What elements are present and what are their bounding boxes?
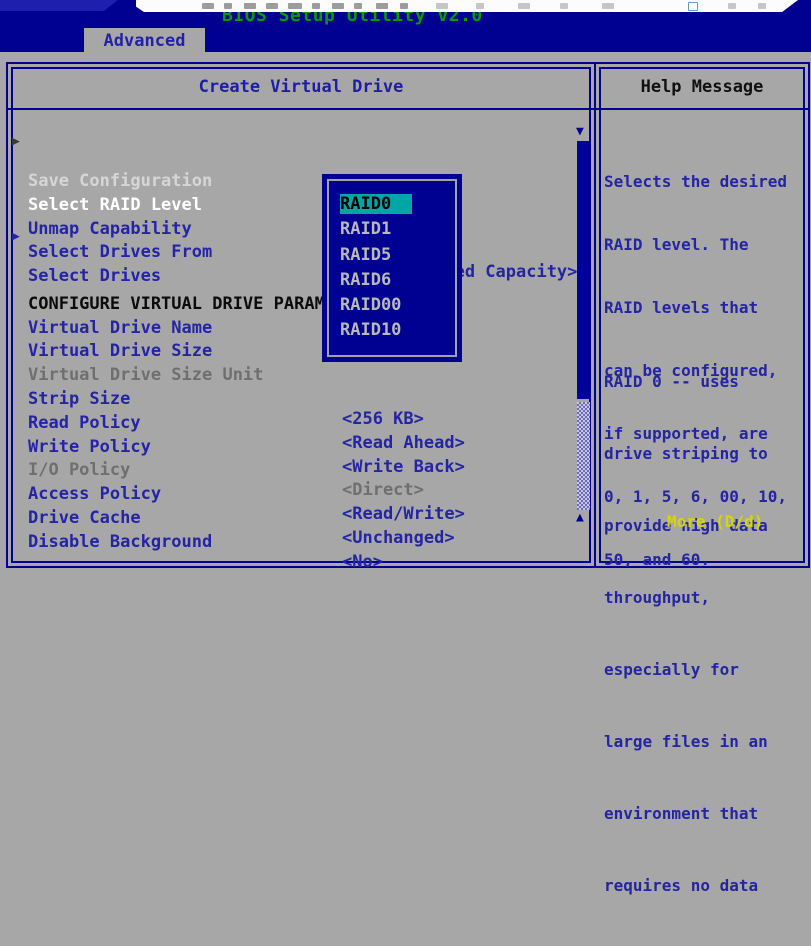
toolbar-icon[interactable]: [244, 3, 256, 9]
menu-item-virtual-drive-size-unit: Virtual Drive Size Unit: [8, 345, 580, 369]
menu-item-io-policy: I/O Policy <Direct>: [8, 440, 580, 464]
help-line: large files in an: [604, 730, 768, 754]
option-label: RAID1: [340, 219, 391, 239]
toolbar-icon[interactable]: [476, 3, 484, 9]
tab-advanced[interactable]: Advanced: [84, 28, 205, 54]
option-label: RAID00: [340, 295, 401, 315]
toolbar-icon[interactable]: [602, 3, 614, 9]
menu-item-virtual-drive-name[interactable]: Virtual Drive Name: [8, 298, 580, 322]
dropdown-options: RAID0 RAID1 RAID5 RAID6 RAID00 RAID10: [336, 194, 456, 346]
help-line: RAID 0 -- uses: [604, 370, 768, 394]
menu-item-strip-size[interactable]: Strip Size <256 KB>: [8, 369, 580, 393]
menu-label: Disable Background: [28, 532, 212, 552]
toolbar-icon[interactable]: [202, 3, 214, 9]
console-toolbar: [136, 0, 798, 12]
dropdown-option-raid10[interactable]: RAID10: [336, 320, 456, 345]
toolbar-icon[interactable]: [758, 3, 766, 9]
dropdown-option-raid5[interactable]: RAID5: [336, 245, 456, 270]
toolbar-icon[interactable]: [436, 3, 448, 9]
menu-item-write-policy[interactable]: Write Policy <Write Back>: [8, 417, 580, 441]
help-line: especially for: [604, 658, 768, 682]
toolbar-icon[interactable]: [518, 3, 530, 9]
help-text-block-2: RAID 0 -- uses drive striping to provide…: [604, 322, 768, 946]
toolbar-icon[interactable]: [312, 3, 320, 9]
menu-item-select-raid-level[interactable]: Select RAID Level <RAID0>: [8, 155, 580, 179]
menu-item-disable-background[interactable]: Disable Background <No>: [8, 512, 580, 536]
raid-level-dropdown: RAID0 RAID1 RAID5 RAID6 RAID00 RAID10: [322, 174, 462, 362]
option-label: RAID5: [340, 245, 391, 265]
panel-title: Create Virtual Drive: [8, 64, 594, 110]
scroll-down-icon[interactable]: ▼: [576, 124, 584, 139]
pointer-icon: ▶: [12, 134, 20, 149]
help-line: Selects the desired: [604, 171, 787, 192]
dropdown-option-raid00[interactable]: RAID00: [336, 295, 456, 320]
toolbar-icon[interactable]: [560, 3, 568, 9]
menu-item-read-policy[interactable]: Read Policy <Read Ahead>: [8, 393, 580, 417]
help-line: RAID level. The: [604, 234, 787, 255]
option-label: RAID0: [340, 194, 412, 214]
dropdown-option-raid0[interactable]: RAID0: [336, 194, 456, 219]
menu-item-save-configuration[interactable]: ▶ Save Configuration: [8, 131, 580, 155]
pointer-icon: ▶: [12, 229, 20, 244]
dropdown-option-raid6[interactable]: RAID6: [336, 270, 456, 295]
help-panel: Help Message Selects the desired RAID le…: [594, 62, 810, 568]
create-virtual-drive-panel: Create Virtual Drive ▶ Save Configuratio…: [6, 62, 596, 568]
toolbar-icon[interactable]: [288, 3, 302, 9]
toolbar-icon[interactable]: [332, 3, 344, 9]
menu-item-select-drives[interactable]: ▶ Select Drives: [8, 226, 580, 250]
menu-value: <No>: [342, 552, 383, 572]
help-line: requires no data: [604, 874, 768, 898]
option-label: RAID6: [340, 270, 391, 290]
toolbar-icon[interactable]: [728, 3, 736, 9]
menu-item-virtual-drive-size[interactable]: Virtual Drive Size: [8, 321, 580, 345]
toolbar-icon[interactable]: [224, 3, 232, 9]
help-line: drive striping to: [604, 442, 768, 466]
section-heading-configure-parameters: CONFIGURE VIRTUAL DRIVE PARAMETERS:: [8, 274, 580, 298]
scrollbar-thumb[interactable]: [577, 141, 590, 399]
scroll-up-icon[interactable]: ▲: [576, 510, 584, 525]
menu-spacer: [8, 250, 580, 274]
option-label: RAID10: [340, 320, 401, 340]
menu-list: ▶ Save Configuration Select RAID Level <…: [8, 131, 580, 536]
menu-item-access-policy[interactable]: Access Policy <Read/Write>: [8, 464, 580, 488]
help-line: environment that: [604, 802, 768, 826]
help-line: RAID levels that: [604, 297, 787, 318]
scrollbar-track[interactable]: [577, 402, 590, 510]
menu-item-select-drives-from[interactable]: Select Drives From <Unconfigured Capacit…: [8, 202, 580, 226]
banner-wedge: [0, 0, 118, 11]
toolbar-icon[interactable]: [266, 3, 278, 9]
toolbar-icon[interactable]: [400, 3, 408, 9]
help-line: throughput,: [604, 586, 768, 610]
help-title: Help Message: [596, 64, 808, 110]
toolbar-checkbox-icon[interactable]: [688, 2, 698, 11]
toolbar-icon[interactable]: [376, 3, 388, 9]
menu-item-drive-cache[interactable]: Drive Cache <Unchanged>: [8, 488, 580, 512]
help-more-indicator: More (D/d): [667, 512, 763, 531]
menu-item-unmap-capability[interactable]: Unmap Capability: [8, 179, 580, 203]
toolbar-icon[interactable]: [354, 3, 362, 9]
dropdown-option-raid1[interactable]: RAID1: [336, 219, 456, 244]
